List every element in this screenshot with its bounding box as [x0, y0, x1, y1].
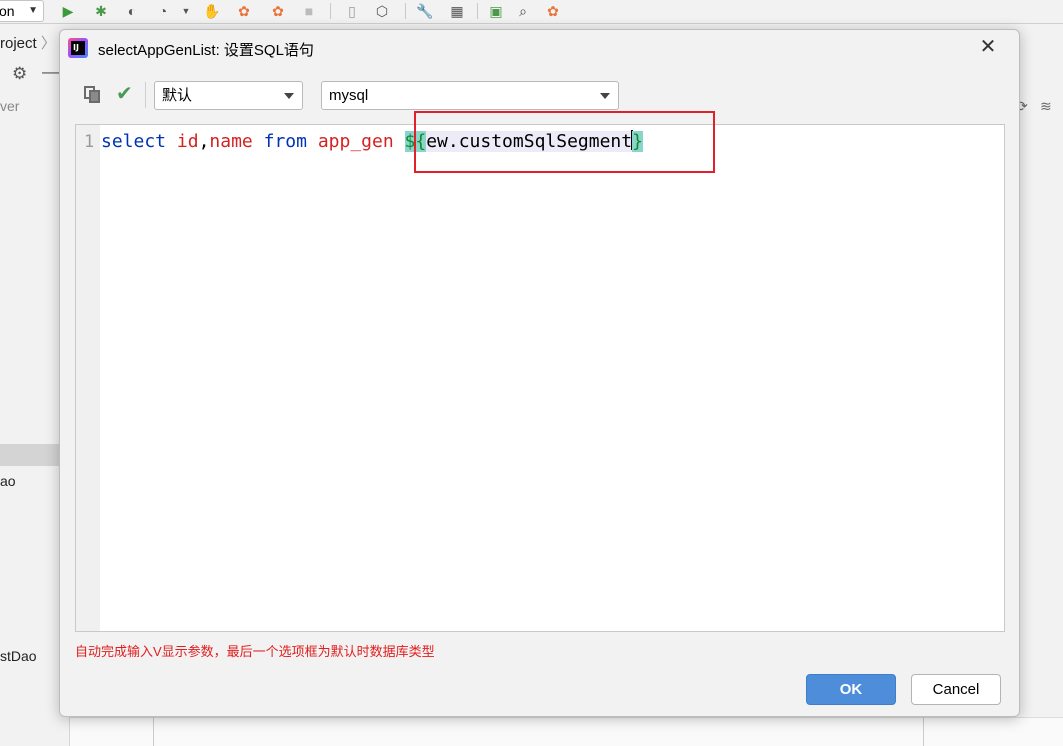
dialect-select-value: 默认 — [162, 87, 193, 104]
tree-selected-row[interactable] — [0, 444, 64, 466]
project-structure-icon[interactable]: ▦ — [447, 1, 467, 21]
sql-dialog: IJ selectAppGenList: 设置SQL语句 ✕ ✔ 默认 mysq… — [59, 29, 1020, 717]
database-icon[interactable]: ≋ — [1040, 98, 1052, 115]
run-icon[interactable]: ▶ — [58, 1, 78, 21]
line-gutter: 1 — [76, 125, 100, 631]
toolbar-divider — [145, 82, 146, 108]
line-number: 1 — [84, 132, 95, 152]
param-close-brace: } — [632, 131, 643, 152]
stop-icon[interactable]: ■ — [299, 1, 319, 21]
run-config-label: on — [0, 3, 15, 19]
chevron-down-icon: ▼ — [28, 5, 38, 16]
debug-icon[interactable]: ✱ — [91, 1, 111, 21]
attach-icon[interactable]: ✋ — [202, 1, 222, 21]
identifier-name: name — [209, 131, 253, 152]
minimize-icon[interactable]: — — [42, 62, 59, 82]
dialog-title-bar: IJ selectAppGenList: 设置SQL语句 ✕ — [60, 30, 1019, 66]
wrench-icon[interactable]: 🔧 — [415, 1, 435, 21]
copy-icon[interactable] — [84, 86, 102, 104]
plugin-icon[interactable]: ✿ — [543, 1, 563, 21]
profile-icon[interactable]: ◔ — [153, 1, 173, 21]
toolbar-divider — [330, 3, 331, 19]
divider — [923, 717, 924, 746]
run-config-select[interactable]: on ▼ — [0, 0, 44, 22]
intellij-logo-icon: IJ — [68, 38, 88, 58]
search-icon[interactable]: ⌕ — [513, 1, 533, 21]
database-select-value: mysql — [329, 87, 369, 104]
hotswap-debug-icon[interactable]: ✿ — [268, 1, 288, 21]
close-icon[interactable]: ✕ — [977, 36, 999, 58]
param-expression: ew.customSqlSegment — [426, 131, 633, 152]
chevron-down-icon — [284, 93, 294, 99]
sql-editor[interactable]: 1 select id,name from app_gen ${ew.custo… — [75, 124, 1005, 632]
tree-item-text: ver — [0, 98, 20, 114]
hint-text: 自动完成输入V显示参数，最后一个选项框为默认时数据库类型 — [75, 644, 435, 659]
tree-item-text[interactable]: stDao — [0, 648, 37, 664]
chevron-down-icon[interactable]: ▼ — [176, 1, 196, 21]
table-name: app_gen — [317, 131, 394, 152]
dialog-title: selectAppGenList: 设置SQL语句 — [98, 42, 314, 59]
keyword-from: from — [263, 131, 307, 152]
chevron-down-icon — [600, 93, 610, 99]
build-icon[interactable]: ⬡ — [372, 1, 392, 21]
terminal-icon[interactable]: ▣ — [486, 1, 506, 21]
toolbar-divider — [405, 3, 406, 19]
check-icon[interactable]: ✔ — [116, 82, 133, 106]
divider — [153, 717, 154, 746]
dialog-toolbar: ✔ 默认 mysql — [60, 78, 1019, 112]
tree-item-text[interactable]: ao — [0, 473, 16, 489]
identifier-id: id — [176, 131, 199, 152]
param-open-brace: ${ — [404, 131, 427, 152]
comma: , — [198, 131, 210, 152]
toolbar-divider — [477, 3, 478, 19]
hotswap-icon[interactable]: ✿ — [234, 1, 254, 21]
ide-toolbar: on ▼ ▶ ✱ ◐ ◔ ▼ ✋ ✿ ✿ ■ ▯ ⬡ 🔧 ▦ ▣ ⌕ ✿ — [0, 0, 1063, 24]
keyword-select: select — [101, 131, 167, 152]
device-icon[interactable]: ▯ — [342, 1, 362, 21]
gear-icon[interactable]: ⚙ — [12, 64, 27, 84]
code-line[interactable]: select id,name from app_gen ${ew.customS… — [101, 130, 643, 154]
ok-button[interactable]: OK — [806, 674, 896, 705]
coverage-icon[interactable]: ◐ — [122, 1, 142, 21]
cancel-button[interactable]: Cancel — [911, 674, 1001, 705]
project-label: roject — [0, 35, 37, 52]
dialect-select[interactable]: 默认 — [154, 81, 303, 110]
background-editor — [70, 717, 1063, 746]
database-select[interactable]: mysql — [321, 81, 619, 110]
